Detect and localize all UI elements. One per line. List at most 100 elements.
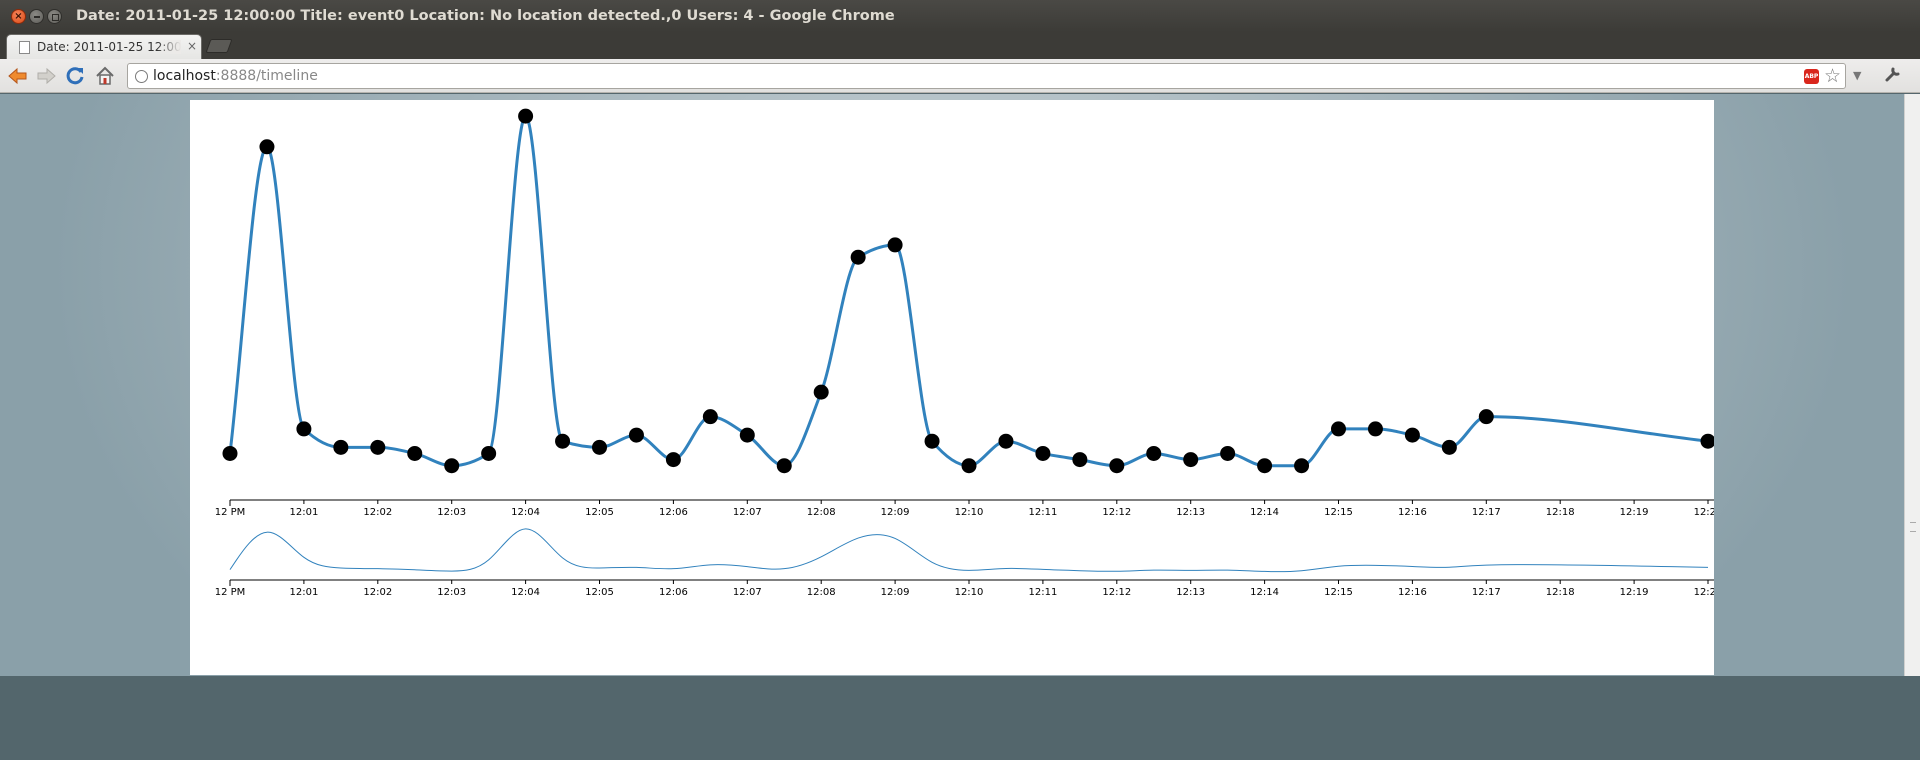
x-tick-label: 12:04 [511, 507, 540, 518]
data-point[interactable] [1700, 433, 1716, 449]
data-point[interactable] [222, 445, 238, 461]
data-point[interactable] [1109, 458, 1125, 474]
window-maximize-button[interactable] [47, 9, 62, 24]
dropdown-icon[interactable]: ▼ [1853, 65, 1861, 87]
data-point[interactable] [1294, 458, 1310, 474]
x-tick-label: 12:03 [437, 507, 466, 518]
data-point[interactable] [296, 421, 312, 437]
globe-icon [135, 70, 148, 83]
timeline-panel: 12 PM 12:01 12:02 12:03 12:04 12:05 12:06 12:07… [190, 100, 1722, 675]
context-chart: 12 PM 12:01 12:02 12:03 12:04 12:05 12:06 12:07… [215, 528, 1722, 598]
data-point[interactable] [850, 249, 866, 265]
data-point[interactable] [1035, 445, 1051, 461]
back-icon[interactable] [6, 65, 30, 87]
data-point[interactable] [961, 458, 977, 474]
x-tick-label: 12:20 [1694, 507, 1714, 518]
tab-close-icon[interactable]: × [187, 39, 197, 53]
scrollbar-grip-icon [1910, 522, 1916, 532]
x-tick-label: 12:01 [289, 587, 318, 598]
x-tick-label: 12:15 [1324, 587, 1353, 598]
data-point[interactable] [1183, 452, 1199, 468]
data-point[interactable] [444, 458, 460, 474]
timeline-chart: 12 PM 12:01 12:02 12:03 12:04 12:05 12:06 12:07… [215, 108, 1722, 598]
window-background [0, 676, 1920, 760]
wrench-icon[interactable] [1884, 65, 1902, 89]
address-bar[interactable]: localhost:8888/timeline ABP ☆ [127, 63, 1846, 89]
tab-title: Date: 2011-01-25 12:00:00 [37, 40, 181, 54]
data-point[interactable] [370, 439, 386, 455]
x-tick-label: 12:08 [807, 507, 836, 518]
context-x-axis: 12 PM 12:01 12:02 12:03 12:04 12:05 12:06 12:07… [215, 579, 1722, 598]
data-point[interactable] [739, 427, 755, 443]
browser-toolbar: localhost:8888/timeline ABP ☆ ▼ [0, 59, 1920, 93]
tab-strip: Date: 2011-01-25 12:00:00 × [0, 32, 1920, 59]
vertical-scrollbar[interactable] [1904, 94, 1920, 676]
data-point[interactable] [813, 384, 829, 400]
data-point[interactable] [702, 409, 718, 425]
window-title: Date: 2011-01-25 12:00:00 Title: event0 … [76, 8, 895, 24]
x-tick-label: 12:06 [659, 507, 688, 518]
x-tick-label: 12:18 [1546, 587, 1575, 598]
x-tick-label: 12:11 [1028, 587, 1057, 598]
x-tick-label: 12:07 [733, 507, 762, 518]
forward-icon[interactable] [34, 65, 58, 87]
window-minimize-button[interactable] [29, 9, 44, 24]
data-point[interactable] [518, 108, 534, 124]
window-titlebar: × Date: 2011-01-25 12:00:00 Title: event… [0, 0, 1920, 32]
x-tick-label: 12:12 [1102, 587, 1131, 598]
data-point[interactable] [407, 445, 423, 461]
data-point[interactable] [1146, 445, 1162, 461]
x-tick-label: 12:13 [1176, 587, 1205, 598]
x-tick-label: 12:16 [1398, 507, 1427, 518]
x-tick-label: 12:05 [585, 587, 614, 598]
x-tick-label: 12:19 [1620, 507, 1649, 518]
data-point[interactable] [924, 433, 940, 449]
data-point[interactable] [592, 439, 607, 455]
data-point[interactable] [481, 445, 497, 461]
focus-x-axis: 12 PM 12:01 12:02 12:03 12:04 12:05 12:06 12:07… [215, 499, 1722, 518]
home-icon[interactable] [93, 65, 117, 87]
data-point[interactable] [259, 139, 275, 155]
url-text: localhost:8888/timeline [153, 68, 318, 84]
data-point[interactable] [1404, 427, 1420, 443]
reload-icon[interactable] [63, 65, 87, 87]
data-point[interactable] [1478, 409, 1494, 425]
adblock-icon[interactable]: ABP [1804, 69, 1819, 84]
data-point[interactable] [333, 439, 349, 455]
x-tick-label: 12:05 [585, 507, 614, 518]
focus-points [222, 108, 1716, 474]
x-tick-label: 12:04 [511, 587, 540, 598]
x-tick-label: 12:15 [1324, 507, 1353, 518]
x-tick-label: 12:06 [659, 587, 688, 598]
star-icon[interactable]: ☆ [1824, 65, 1841, 87]
x-tick-label: 12:01 [289, 507, 318, 518]
page-icon [19, 41, 30, 54]
data-point[interactable] [1072, 452, 1088, 468]
x-tick-label: 12:09 [881, 587, 910, 598]
focus-chart: 12 PM 12:01 12:02 12:03 12:04 12:05 12:06 12:07… [215, 108, 1722, 518]
x-tick-label: 12:20 [1694, 587, 1714, 598]
new-tab-button[interactable] [205, 39, 233, 53]
data-point[interactable] [1441, 439, 1457, 455]
data-point[interactable] [1367, 421, 1383, 437]
data-point[interactable] [776, 458, 792, 474]
window-close-button[interactable]: × [11, 9, 26, 24]
data-point[interactable] [555, 433, 571, 449]
x-tick-label: 12:11 [1028, 507, 1057, 518]
data-point[interactable] [628, 427, 644, 443]
x-tick-label: 12:03 [437, 587, 466, 598]
url-path: :8888/timeline [215, 68, 318, 84]
x-tick-label: 12:10 [955, 507, 984, 518]
data-point[interactable] [998, 433, 1014, 449]
data-point[interactable] [1220, 445, 1236, 461]
page-viewport: 12 PM 12:01 12:02 12:03 12:04 12:05 12:06 12:07… [0, 94, 1904, 676]
data-point[interactable] [665, 452, 681, 468]
data-point[interactable] [1331, 421, 1346, 437]
data-point[interactable] [887, 237, 903, 253]
x-tick-label: 12:07 [733, 587, 762, 598]
x-tick-label: 12 PM [215, 507, 246, 518]
tab-timeline[interactable]: Date: 2011-01-25 12:00:00 × [6, 34, 202, 59]
x-tick-label: 12:14 [1250, 507, 1279, 518]
url-host: localhost [153, 68, 216, 84]
data-point[interactable] [1257, 458, 1273, 474]
